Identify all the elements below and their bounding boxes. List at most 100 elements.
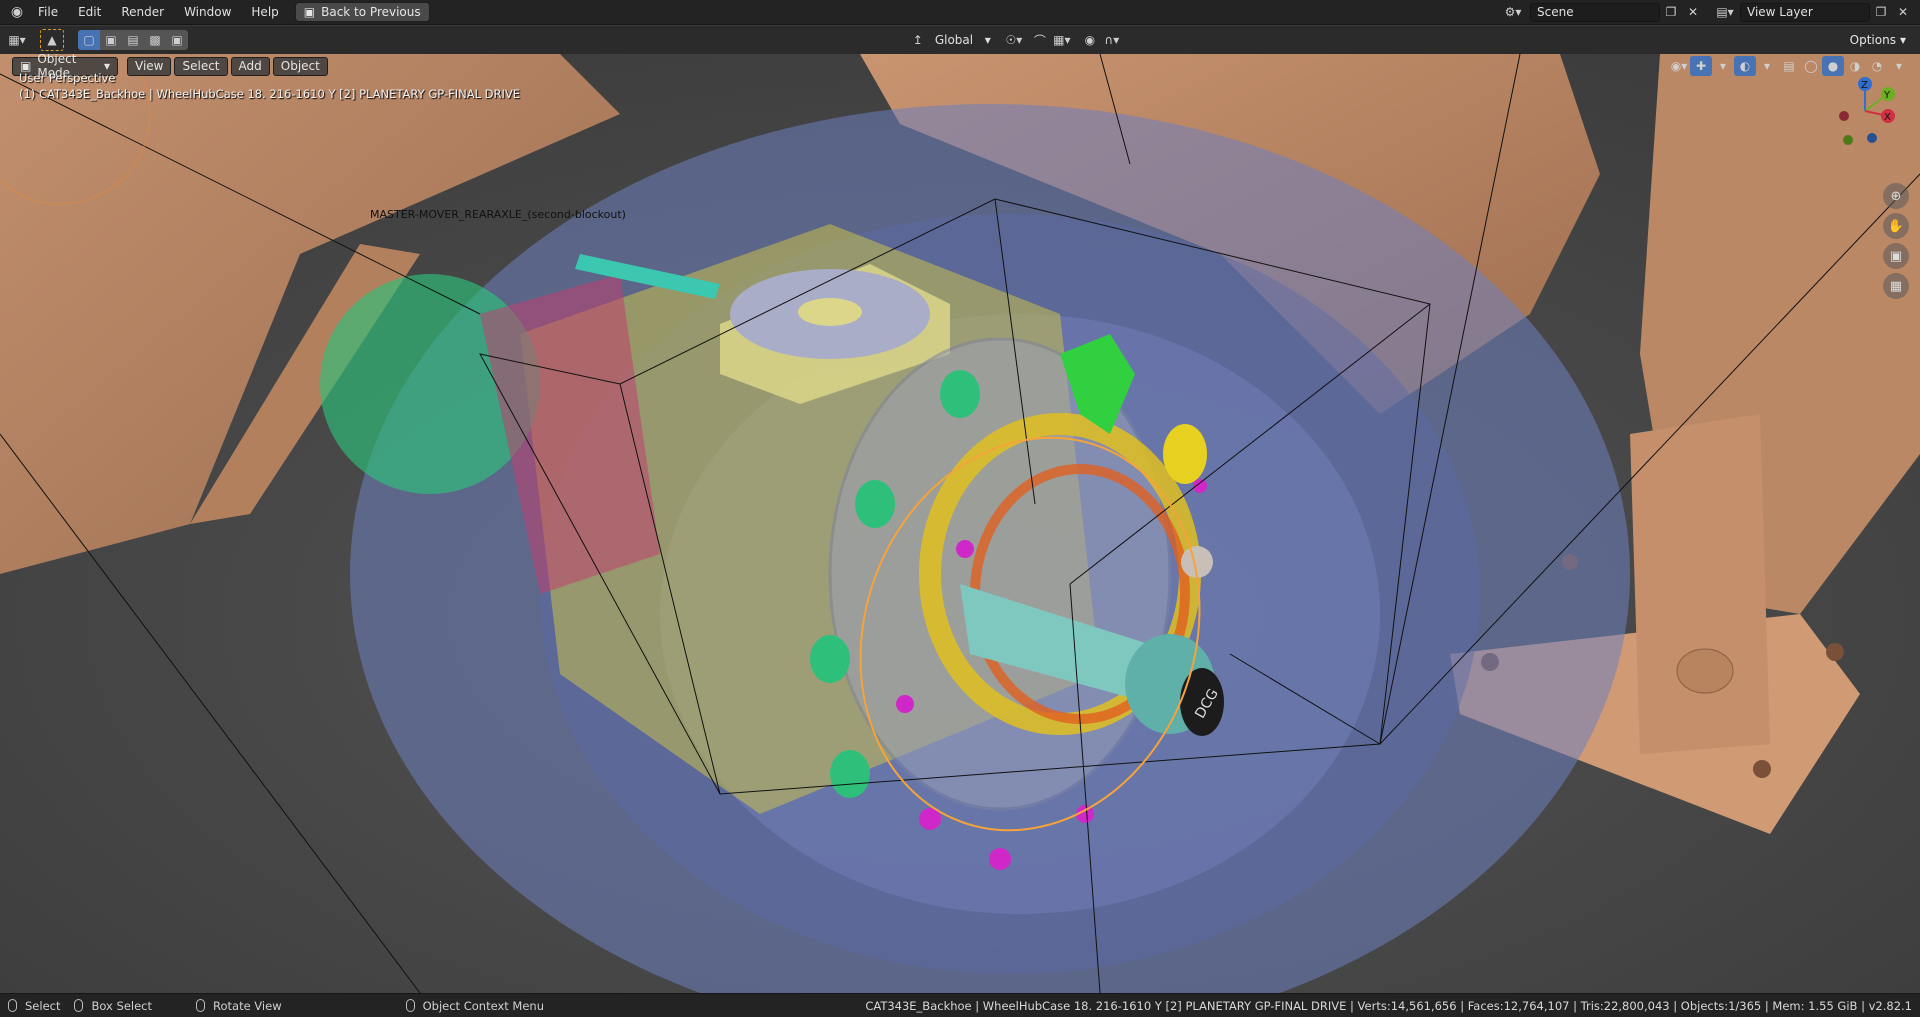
magenta-bolt xyxy=(956,540,974,558)
selection-mode-group: ▢ ▣ ▤ ▩ ▣ xyxy=(78,30,188,50)
green-stud xyxy=(855,480,895,528)
scene-selector[interactable]: Scene xyxy=(1530,2,1660,22)
mouse-left-icon xyxy=(8,999,17,1012)
menu-file[interactable]: File xyxy=(28,0,68,25)
yellow-cap xyxy=(1163,424,1207,484)
view-layer-selector[interactable]: View Layer xyxy=(1740,2,1870,22)
select-invert-icon[interactable]: ▩ xyxy=(144,30,166,50)
options-label: Options xyxy=(1849,33,1896,47)
object-name-label: MASTER-MOVER_REARAXLE_(second-blockout) xyxy=(370,208,626,221)
viewport-header: ▣ Object Mode ▾ View Select Add Object ◉… xyxy=(0,54,1920,80)
green-stud xyxy=(830,750,870,798)
gizmo-x-label: X xyxy=(1884,112,1891,123)
object-info-label: (1) CAT343E_Backhoe | WheelHubCase 18. 2… xyxy=(19,87,521,101)
status-bar: Select Box Select Rotate View Object Con… xyxy=(0,993,1920,1017)
zoom-icon[interactable]: ⊕ xyxy=(1883,183,1909,209)
viewport-shading-controls: ◉▾ ✚ ▾ ◐ ▾ ▤ ◯ ● ◑ ◔ ▾ xyxy=(1668,56,1910,76)
menu-help[interactable]: Help xyxy=(241,0,288,25)
magenta-bolt xyxy=(989,848,1011,870)
solid-shading-icon[interactable]: ● xyxy=(1822,56,1844,76)
object-menu[interactable]: Object xyxy=(272,56,328,76)
orientation-value: Global xyxy=(934,33,974,47)
proportional-edit-icon[interactable]: ◉ xyxy=(1079,30,1101,50)
perspective-toggle-icon[interactable]: ▦ xyxy=(1883,273,1909,299)
gizmo-neg-y[interactable] xyxy=(1843,135,1853,145)
close-view-layer-icon[interactable]: ✕ xyxy=(1892,2,1914,22)
visibility-eye-icon[interactable]: ◉▾ xyxy=(1668,56,1690,76)
select-intersect-icon[interactable]: ▣ xyxy=(166,30,188,50)
view-layer-name: View Layer xyxy=(1747,5,1813,19)
wireframe-shading-icon[interactable]: ◯ xyxy=(1800,56,1822,76)
add-menu[interactable]: Add xyxy=(230,56,270,76)
select-new-icon[interactable]: ▢ xyxy=(78,30,100,50)
scene-name: Scene xyxy=(1537,5,1574,19)
status-select-label: Select xyxy=(25,998,61,1013)
mouse-middle-icon xyxy=(196,999,205,1012)
magenta-bolt xyxy=(896,695,914,713)
bolt-hole xyxy=(1753,760,1771,778)
menu-render[interactable]: Render xyxy=(111,0,174,25)
select-extend-icon[interactable]: ▣ xyxy=(100,30,122,50)
editor-type-icon[interactable]: ▦▾ xyxy=(6,30,28,50)
green-stud xyxy=(940,370,980,418)
snap-target-icon[interactable]: ▦▾ xyxy=(1051,30,1073,50)
magenta-bolt xyxy=(1193,479,1207,493)
snap-toggle-icon[interactable]: ⌒ xyxy=(1029,30,1051,50)
new-view-layer-icon[interactable]: ❐ xyxy=(1870,2,1892,22)
mouse-right-icon xyxy=(405,999,415,1012)
chevron-down-icon: ▾ xyxy=(1899,33,1906,47)
view-menu[interactable]: View xyxy=(127,56,172,76)
status-select: Select xyxy=(8,999,60,1013)
scene-statistics: CAT343E_Backhoe | WheelHubCase 18. 216-1… xyxy=(865,998,1912,1013)
close-scene-icon[interactable]: ✕ xyxy=(1682,2,1704,22)
menu-edit[interactable]: Edit xyxy=(68,0,111,25)
status-box-select: Box Select xyxy=(74,999,152,1013)
pan-hand-icon[interactable]: ✋ xyxy=(1883,213,1909,239)
material-shading-icon[interactable]: ◑ xyxy=(1844,56,1866,76)
gizmo-neg-z[interactable] xyxy=(1867,133,1877,143)
blender-logo-icon[interactable]: ◉ xyxy=(6,2,28,22)
chevron-down-icon[interactable]: ▾ xyxy=(1888,56,1910,76)
bolt-hole xyxy=(1826,643,1844,661)
gizmo-toggle-icon[interactable]: ✚ xyxy=(1690,56,1712,76)
gizmo-neg-x[interactable] xyxy=(1839,111,1849,121)
back-to-previous-button[interactable]: ▣ Back to Previous xyxy=(294,2,430,22)
mouse-drag-icon xyxy=(74,999,84,1012)
options-dropdown[interactable]: Options ▾ xyxy=(1842,30,1914,50)
xray-toggle-icon[interactable]: ▤ xyxy=(1778,56,1800,76)
select-menu[interactable]: Select xyxy=(174,56,228,76)
3d-viewport[interactable]: DCG ▣ Object Mode ▾ View Select Add Obje… xyxy=(0,54,1920,993)
overlays-toggle-icon[interactable]: ◐ xyxy=(1734,56,1756,76)
navigation-gizmo[interactable]: Z Y X xyxy=(1830,76,1900,146)
orientation-dropdown[interactable]: Global ▾ xyxy=(929,31,997,50)
screen-icon: ▣ xyxy=(303,5,316,19)
new-scene-icon[interactable]: ❐ xyxy=(1660,2,1682,22)
status-rotate: Rotate View xyxy=(196,999,282,1013)
cover-hole xyxy=(798,298,862,326)
right-pillar-front xyxy=(1630,414,1770,754)
status-context: Object Context Menu xyxy=(405,998,544,1013)
chevron-down-icon[interactable]: ▾ xyxy=(1756,56,1778,76)
select-tool-icon[interactable]: ▲ xyxy=(40,29,64,51)
pivot-icon[interactable]: ☉▾ xyxy=(1003,30,1025,50)
rendered-shading-icon[interactable]: ◔ xyxy=(1866,56,1888,76)
scene-type-icon[interactable]: ⚙▾ xyxy=(1502,2,1524,22)
pillar-boss xyxy=(1676,648,1734,694)
orientation-icon[interactable]: ↥ xyxy=(907,30,929,50)
status-context-label: Object Context Menu xyxy=(422,998,544,1013)
scene-render: DCG xyxy=(0,54,1920,993)
camera-view-icon[interactable]: ▣ xyxy=(1883,243,1909,269)
tool-header: ▦▾ ▲ ▢ ▣ ▤ ▩ ▣ ↥ Global ▾ ☉▾ ⌒ ▦▾ ◉ ∩▾ O… xyxy=(0,26,1920,54)
falloff-icon[interactable]: ∩▾ xyxy=(1101,30,1123,50)
chevron-down-icon: ▾ xyxy=(984,33,991,47)
status-rotate-label: Rotate View xyxy=(213,998,282,1013)
chevron-down-icon[interactable]: ▾ xyxy=(1712,56,1734,76)
gizmo-z-label: Z xyxy=(1861,80,1868,91)
view-layer-icon[interactable]: ▤▾ xyxy=(1714,2,1736,22)
menu-window[interactable]: Window xyxy=(174,0,241,25)
gizmo-y-label: Y xyxy=(1883,90,1891,101)
green-stud xyxy=(810,635,850,683)
back-to-previous-label: Back to Previous xyxy=(321,5,421,19)
select-subtract-icon[interactable]: ▤ xyxy=(122,30,144,50)
status-box-select-label: Box Select xyxy=(91,998,152,1013)
